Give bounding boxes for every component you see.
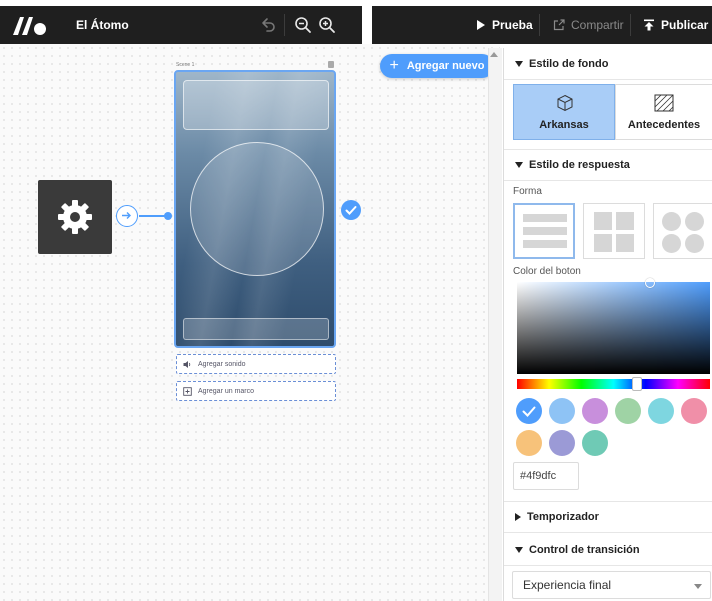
speaker-icon <box>183 360 191 368</box>
scene-check-icon[interactable] <box>341 200 361 220</box>
frame-icon <box>183 386 192 396</box>
publish-button-label: Publicar <box>661 18 709 32</box>
zoom-out-icon[interactable] <box>293 15 313 35</box>
scroll-up-arrow[interactable] <box>490 52 498 57</box>
color-swatch[interactable] <box>549 398 575 424</box>
bg-option-label: Arkansas <box>539 119 589 131</box>
caret-down-icon <box>515 60 523 67</box>
publish-button[interactable]: Publicar <box>643 6 708 44</box>
caret-down-icon <box>515 546 523 553</box>
bg-option-antecedentes[interactable]: Antecedentes <box>615 84 712 140</box>
add-sound-button[interactable]: Agregar sonido <box>176 354 336 374</box>
hue-slider-handle[interactable] <box>632 377 642 391</box>
undo-icon[interactable] <box>258 15 278 35</box>
hatched-image-icon <box>654 94 674 112</box>
add-sound-label: Agregar sonido <box>198 360 246 368</box>
check-icon <box>522 406 536 417</box>
test-button[interactable]: Prueba <box>476 6 533 44</box>
scene-card[interactable] <box>174 70 336 348</box>
trash-icon[interactable] <box>328 61 334 68</box>
upload-icon <box>644 19 654 31</box>
caret-right-icon <box>515 513 521 521</box>
cube-icon <box>557 94 573 112</box>
app-logo[interactable] <box>10 13 48 37</box>
app-title: El Átomo <box>76 18 129 32</box>
test-button-label: Prueba <box>492 18 533 32</box>
share-icon <box>553 19 565 31</box>
color-swatch[interactable] <box>582 430 608 456</box>
hex-color-input[interactable]: #4f9dfc <box>513 462 579 490</box>
add-frame-button[interactable]: Agregar un marco <box>176 381 336 401</box>
top-bar-right: Prueba Compartir Publicar <box>372 6 712 44</box>
answer-style-title: Estilo de respuesta <box>529 159 630 171</box>
plus-icon: + <box>389 57 399 74</box>
app-window: El Átomo Prueba Compartir Publicar Scene… <box>0 0 712 601</box>
settings-node[interactable] <box>38 180 112 254</box>
background-style-title: Estilo de fondo <box>529 57 609 70</box>
hue-slider[interactable] <box>517 379 710 389</box>
properties-panel: Estilo de fondo Arkansas Antecedentes Es… <box>503 48 712 601</box>
color-swatch[interactable] <box>681 398 707 424</box>
transition-control-title: Control de transición <box>529 543 640 556</box>
arrow-right-icon <box>122 212 131 219</box>
transition-dropdown[interactable]: Experiencia final <box>512 571 711 599</box>
panel-scrollbar[interactable] <box>488 48 502 601</box>
color-swatch-selected[interactable] <box>516 398 542 424</box>
scene-media-circle[interactable] <box>190 142 324 276</box>
connector-arrow-button[interactable] <box>116 205 138 227</box>
color-swatch[interactable] <box>549 430 575 456</box>
chevron-down-icon <box>694 584 702 589</box>
shape-option-list[interactable] <box>513 203 575 259</box>
toolbar-divider <box>539 14 540 36</box>
connector-line <box>139 215 167 217</box>
hex-color-value: #4f9dfc <box>520 470 557 482</box>
caret-down-icon <box>515 162 523 168</box>
scene-question-box[interactable] <box>183 80 329 130</box>
share-button[interactable]: Compartir <box>553 6 624 44</box>
transition-dropdown-value: Experiencia final <box>523 578 612 592</box>
color-picker-handle[interactable] <box>645 278 655 288</box>
color-swatch[interactable] <box>516 430 542 456</box>
section-background-style[interactable]: Estilo de fondo <box>504 48 712 80</box>
bg-option-label: Antecedentes <box>627 119 701 131</box>
shape-label: Forma <box>513 186 542 197</box>
add-new-button[interactable]: + Agregar nuevo <box>380 54 494 78</box>
shape-option-grid[interactable] <box>583 203 645 259</box>
section-answer-style[interactable]: Estilo de respuesta <box>504 149 712 181</box>
color-swatch[interactable] <box>615 398 641 424</box>
add-frame-label: Agregar un marco <box>198 387 255 395</box>
color-swatch[interactable] <box>648 398 674 424</box>
toolbar-divider <box>284 14 285 36</box>
color-saturation-picker[interactable] <box>517 282 710 374</box>
gear-icon <box>58 200 92 234</box>
bg-option-arkansas[interactable]: Arkansas <box>513 84 615 140</box>
scene-answer-box[interactable] <box>183 318 329 340</box>
color-swatch[interactable] <box>582 398 608 424</box>
button-color-label: Color del boton <box>513 266 581 277</box>
scene-name: Scene 1 <box>176 62 195 68</box>
section-timer[interactable]: Temporizador <box>504 501 712 533</box>
add-new-label: Agregar nuevo <box>406 60 485 72</box>
section-transition-control[interactable]: Control de transición <box>504 534 712 566</box>
play-icon <box>477 20 485 30</box>
top-bar-left: El Átomo <box>0 6 362 44</box>
zoom-in-icon[interactable] <box>317 15 337 35</box>
connector-dot[interactable] <box>164 212 172 220</box>
share-button-label: Compartir <box>571 18 624 32</box>
toolbar-divider <box>630 14 631 36</box>
shape-option-circles[interactable] <box>653 203 712 259</box>
timer-title: Temporizador <box>527 511 599 523</box>
